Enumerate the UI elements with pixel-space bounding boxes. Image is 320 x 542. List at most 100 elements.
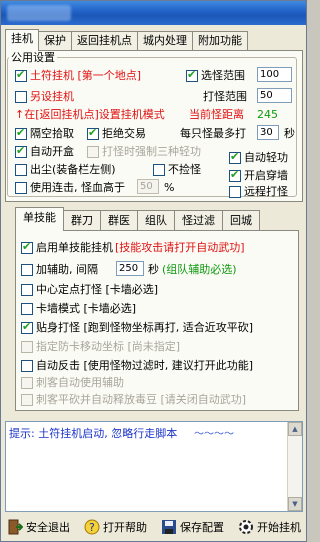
checkbox-box[interactable]	[15, 90, 27, 103]
assist-checkbox[interactable]: 加辅助, 间隔	[21, 263, 98, 276]
select-range-label: 选怪范围	[201, 69, 245, 82]
bottom-toolbar: 安全退出 ? 打开帮助 保存配置 开始挂机	[5, 515, 303, 539]
checkbox-box[interactable]	[87, 126, 99, 140]
pickup-checkbox[interactable]: 隔空拾取	[15, 126, 74, 140]
tab-mob-filter[interactable]: 怪过滤	[174, 210, 223, 231]
assassin-bean-label: 刺客平砍并自动释放毒豆 [请关闭自动武功]	[36, 393, 247, 406]
center-point-checkbox[interactable]: 中心定点打怪 [卡墙必选]	[21, 283, 158, 296]
checkbox-box[interactable]	[15, 144, 27, 158]
checkbox-box[interactable]	[186, 68, 198, 82]
assist-note: (组队辅助必选)	[162, 263, 237, 276]
single-skill-label: 启用单技能挂机	[36, 241, 113, 254]
assassin-assist-checkbox[interactable]: 刺客自动使用辅助	[21, 376, 124, 389]
tab-group-blade[interactable]: 群刀	[63, 210, 101, 231]
assassin-assist-label: 刺客自动使用辅助	[36, 376, 124, 389]
close-hit-checkbox[interactable]: 贴身打怪 [跑到怪物坐标再打, 适合近攻平砍]	[21, 320, 254, 334]
max-time-input[interactable]: 30	[257, 125, 279, 140]
title-bar[interactable]	[1, 1, 306, 25]
safe-exit-button[interactable]: 安全退出	[5, 516, 72, 538]
checkbox-box[interactable]	[153, 163, 165, 176]
save-config-button[interactable]: 保存配置	[159, 516, 226, 538]
main-window: 挂机 保护 返回挂机点 城内处理 附加功能 公用设置 土符挂机 [第一个地点] …	[0, 0, 307, 542]
start-hang-button[interactable]: 开始挂机	[236, 516, 303, 538]
remote-hit-label: 远程打怪	[244, 185, 288, 198]
save-disk-icon	[161, 519, 177, 535]
checkbox-box[interactable]	[87, 145, 99, 158]
exit-door-icon	[7, 519, 23, 535]
tab-hang[interactable]: 挂机	[5, 29, 39, 51]
stuck-mode-label: 卡墙模式 [卡墙必选]	[36, 302, 137, 315]
open-help-button[interactable]: ? 打开帮助	[82, 516, 149, 538]
checkbox-box[interactable]	[21, 359, 33, 372]
checkbox-box[interactable]	[21, 240, 33, 254]
checkbox-box[interactable]	[229, 168, 241, 182]
assist-label: 加辅助, 间隔	[36, 263, 98, 276]
center-point-label: 中心定点打怪 [卡墙必选]	[36, 283, 159, 296]
force-skill-checkbox[interactable]: 打怪时强制三种轻功	[87, 145, 201, 158]
auto-light-checkbox[interactable]: 自动轻功	[229, 150, 288, 164]
log-box[interactable]: 提示: 土符挂机启动, 忽略行走脚本 ～～～～ ▲ ▼	[5, 421, 303, 512]
checkbox-box[interactable]	[21, 283, 33, 296]
gear-icon	[238, 519, 254, 535]
scroll-up-arrow-icon[interactable]: ▲	[288, 422, 302, 436]
checkbox-box[interactable]	[15, 126, 27, 140]
tufu-label: 土符挂机 [第一个地点]	[30, 69, 142, 82]
scroll-down-arrow-icon[interactable]: ▼	[288, 497, 302, 511]
sell-checkbox[interactable]: 出尘(装备栏左侧)	[15, 163, 116, 176]
checkbox-box[interactable]	[15, 68, 27, 82]
wall-checkbox[interactable]: 开启穿墙	[229, 168, 288, 182]
checkbox-box[interactable]	[21, 320, 33, 334]
tab-return-point[interactable]: 返回挂机点	[71, 31, 138, 51]
sell-label: 出尘(装备栏左侧)	[30, 163, 116, 176]
combo-input[interactable]: 50	[137, 179, 159, 194]
no-pick-label: 不捡怪	[168, 163, 201, 176]
close-hit-label: 贴身打怪 [跑到怪物坐标再打, 适合近攻平砍]	[36, 321, 254, 334]
remote-hit-checkbox[interactable]: 远程打怪	[229, 185, 288, 198]
tab-single-skill[interactable]: 单技能	[15, 207, 64, 231]
no-pick-checkbox[interactable]: 不捡怪	[153, 163, 201, 176]
tab-extra[interactable]: 附加功能	[192, 31, 248, 51]
assist-interval-input[interactable]: 250	[116, 261, 144, 276]
max-time-unit: 秒	[284, 127, 295, 140]
tab-return-city[interactable]: 回城	[222, 210, 260, 231]
combo-unit: %	[164, 181, 175, 194]
auto-box-label: 自动开盒	[30, 145, 74, 158]
tab-protect[interactable]: 保护	[38, 31, 72, 51]
refuse-trade-label: 拒绝交易	[102, 127, 146, 140]
guard-coord-checkbox[interactable]: 指定防卡移动坐标 [尚未指定]	[21, 340, 180, 353]
tab-group-heal[interactable]: 群医	[100, 210, 138, 231]
log-wavy-underline: ～～～～	[194, 429, 234, 440]
help-icon: ?	[84, 519, 100, 535]
checkbox-box[interactable]	[21, 376, 33, 389]
log-scrollbar[interactable]: ▲ ▼	[287, 422, 302, 511]
refuse-trade-checkbox[interactable]: 拒绝交易	[87, 126, 146, 140]
hit-range-label: 打怪范围	[203, 90, 247, 103]
checkbox-box[interactable]	[15, 181, 27, 194]
main-tabs: 挂机 保护 返回挂机点 城内处理 附加功能	[5, 29, 248, 51]
group-title: 公用设置	[9, 51, 57, 64]
tufu-checkbox[interactable]: 土符挂机 [第一个地点]	[15, 68, 142, 82]
checkbox-box[interactable]	[21, 263, 33, 276]
checkbox-box[interactable]	[15, 163, 27, 176]
checkbox-box[interactable]	[21, 302, 33, 315]
assassin-bean-checkbox[interactable]: 刺客平砍并自动释放毒豆 [请关闭自动武功]	[21, 393, 246, 406]
single-skill-note: [技能攻击请打开自动武功]	[115, 241, 245, 254]
auto-box-checkbox[interactable]: 自动开盒	[15, 144, 74, 158]
combo-checkbox[interactable]: 使用连击, 怪血高于	[15, 181, 125, 194]
checkbox-box[interactable]	[21, 340, 33, 353]
safe-exit-label: 安全退出	[26, 521, 70, 534]
tab-city[interactable]: 城内处理	[137, 31, 193, 51]
hit-range-input[interactable]: 50	[257, 88, 292, 103]
select-range-input[interactable]: 100	[257, 67, 292, 82]
tab-team[interactable]: 组队	[137, 210, 175, 231]
save-config-label: 保存配置	[180, 521, 224, 534]
counter-attack-checkbox[interactable]: 自动反击 [使用怪物过滤时, 建议打开此功能]	[21, 359, 253, 372]
single-skill-checkbox[interactable]: 启用单技能挂机 [技能攻击请打开自动武功]	[21, 240, 245, 254]
stuck-mode-checkbox[interactable]: 卡墙模式 [卡墙必选]	[21, 302, 136, 315]
select-range-checkbox[interactable]: 选怪范围	[186, 68, 245, 82]
checkbox-box[interactable]	[229, 185, 241, 198]
alt-hang-checkbox[interactable]: 另设挂机	[15, 90, 74, 103]
counter-attack-label: 自动反击 [使用怪物过滤时, 建议打开此功能]	[36, 359, 254, 372]
checkbox-box[interactable]	[229, 150, 241, 164]
checkbox-box[interactable]	[21, 393, 33, 406]
